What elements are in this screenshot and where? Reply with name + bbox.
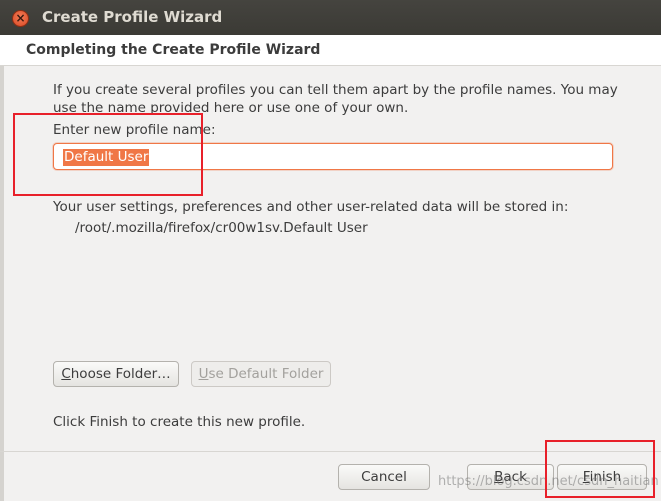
window-title: Create Profile Wizard [42, 8, 223, 26]
button-bar-divider [0, 451, 661, 452]
watermark-text: https://blog.csdn.net/csdn_haitian [438, 474, 659, 489]
wizard-header: Completing the Create Profile Wizard [0, 35, 661, 66]
profile-name-value[interactable]: Default User [63, 149, 150, 166]
wizard-window: × Create Profile Wizard Completing the C… [0, 0, 661, 501]
storage-path: /root/.mozilla/firefox/cr00w1sv.Default … [75, 220, 368, 236]
description-text: If you create several profiles you can t… [53, 82, 618, 116]
use-default-mnemonic: U [198, 366, 209, 382]
title-bar: × Create Profile Wizard [0, 0, 661, 35]
use-default-folder-button[interactable]: Use Default Folder [191, 361, 331, 387]
left-edge-divider [0, 66, 4, 501]
choose-folder-mnemonic: C [61, 366, 71, 382]
storage-location-label: Your user settings, preferences and othe… [53, 199, 569, 215]
use-default-label: se Default Folder [208, 366, 324, 382]
profile-name-label: Enter new profile name: [53, 122, 216, 138]
choose-folder-label: hoose Folder… [70, 366, 171, 382]
choose-folder-button[interactable]: Choose Folder… [53, 361, 179, 387]
close-icon[interactable]: × [12, 10, 29, 27]
profile-name-input[interactable]: Default User [53, 143, 613, 170]
finish-instruction: Click Finish to create this new profile. [53, 414, 306, 430]
cancel-button[interactable]: Cancel [338, 464, 430, 490]
page-title: Completing the Create Profile Wizard [26, 42, 321, 58]
